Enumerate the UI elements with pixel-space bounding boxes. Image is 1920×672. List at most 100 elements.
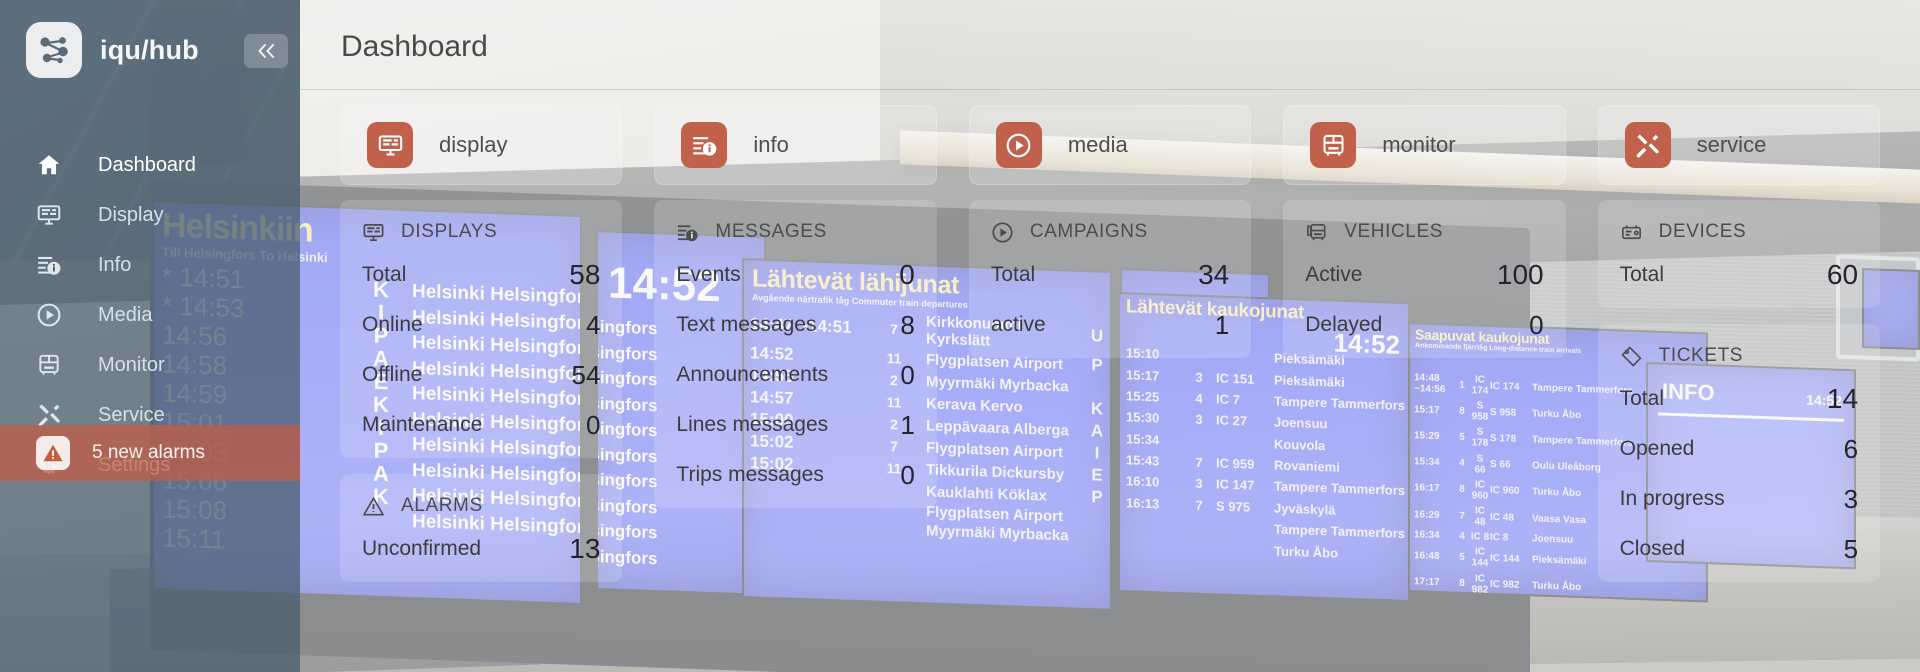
card-alarms[interactable]: ALARMS Unconfirmed 13 — [340, 474, 623, 582]
card-stats: Total 60 — [1620, 250, 1858, 300]
card-header: CAMPAIGNS — [991, 214, 1229, 250]
sidebar-item-label: Monitor — [98, 353, 165, 376]
stat-value: 58 — [569, 259, 601, 290]
stat-value: 8 — [900, 309, 915, 340]
card-stats: Total 58 Online 4 Offline 54 Maintenance 0 — [362, 250, 600, 450]
card-title: MESSAGES — [715, 221, 827, 242]
stat-label: active — [990, 313, 1046, 336]
stat-value: 3 — [1843, 483, 1859, 514]
card-vehicles[interactable]: VEHICLES Active 100 Delayed 0 — [1283, 200, 1566, 358]
stat-row: Announcements 0 — [676, 350, 914, 400]
stat-value: 0 — [900, 459, 915, 490]
stat-row: Unconfirmed 13 — [362, 524, 600, 574]
display-icon — [36, 202, 98, 228]
card-title: VEHICLES — [1344, 221, 1443, 242]
card-title: TICKETS — [1658, 345, 1744, 366]
play-circle-icon — [991, 221, 1014, 244]
stat-label: Total — [362, 263, 407, 286]
card-header: TICKETS — [1620, 338, 1858, 374]
stat-value: 1 — [900, 409, 915, 440]
quick-action-label: display — [439, 132, 508, 157]
stat-row: Online 4 — [362, 300, 600, 350]
card-tickets[interactable]: TICKETS Total 14 Opened 6 In progress 3 Closed… — [1597, 324, 1881, 582]
stat-label: Total — [990, 263, 1036, 286]
stat-label: Unconfirmed — [362, 537, 482, 560]
stat-row: active 1 — [991, 300, 1229, 350]
double-chevron-left-icon[interactable] — [244, 34, 288, 68]
stat-label: Maintenance — [362, 413, 483, 436]
card-title: DISPLAYS — [401, 221, 498, 242]
stat-label: Opened — [1619, 437, 1695, 460]
card-column-5: DEVICES Total 60 TICKETS Total 14 Opened 6 In… — [1597, 200, 1881, 672]
play-circle-icon — [36, 302, 98, 328]
stat-label: Offline — [362, 363, 423, 386]
stat-value: 14 — [1826, 383, 1859, 414]
card-stats: Total 34 active 1 — [991, 250, 1229, 350]
quick-action-label: service — [1696, 132, 1767, 157]
brand[interactable]: iqu/hub — [26, 22, 199, 78]
sidebar-item-label: Dashboard — [98, 153, 196, 176]
alarm-label: 5 new alarms — [92, 442, 205, 463]
stat-label: Total — [1619, 263, 1664, 286]
quick-action-service[interactable]: service — [1597, 105, 1881, 185]
stat-value: 0 — [1529, 309, 1544, 340]
card-stats: Events 0 Text messages 8 Announcements 0 Lines… — [676, 250, 914, 500]
card-messages[interactable]: MESSAGES Events 0 Text messages 8 Announceme… — [654, 200, 937, 508]
card-displays[interactable]: DISPLAYS Total 58 Online 4 Offline 54 Maintena… — [340, 200, 623, 458]
ticket-icon — [1620, 345, 1643, 368]
card-stats: Total 14 Opened 6 In progress 3 Closed 5 — [1620, 374, 1858, 574]
sidebar-item-label: Service — [98, 403, 165, 426]
sidebar-item-label: Media — [98, 303, 153, 326]
stat-value: 0 — [899, 259, 915, 290]
stat-value: 54 — [571, 359, 601, 390]
card-title: DEVICES — [1658, 221, 1747, 242]
sidebar-item-media[interactable]: Media — [0, 290, 300, 340]
stat-value: 0 — [900, 359, 915, 390]
quick-action-label: media — [1067, 132, 1128, 157]
quick-action-info[interactable]: info — [654, 105, 937, 185]
sidebar-alarm-banner[interactable]: 5 new alarms — [0, 425, 300, 481]
stat-value: 4 — [585, 309, 601, 340]
stat-row: Trips messages 0 — [676, 450, 914, 500]
stat-row: Total 60 — [1620, 250, 1858, 300]
card-header: DISPLAYS — [362, 214, 600, 250]
stat-label: Events — [676, 263, 741, 286]
stat-label: Trips messages — [676, 463, 824, 486]
stat-value: 5 — [1843, 533, 1859, 564]
stat-value: 100 — [1496, 259, 1544, 290]
card-column-3: CAMPAIGNS Total 34 active 1 — [968, 200, 1252, 672]
stat-row: Total 58 — [362, 250, 600, 300]
card-header: MESSAGES — [676, 214, 914, 250]
quick-action-monitor[interactable]: monitor — [1283, 105, 1566, 185]
stat-row: Lines messages 1 — [676, 400, 914, 450]
stat-row: Text messages 8 — [676, 300, 914, 350]
bus-icon — [1310, 122, 1357, 168]
home-icon — [36, 152, 98, 178]
stat-value: 6 — [1843, 433, 1859, 464]
card-devices[interactable]: DEVICES Total 60 — [1597, 200, 1881, 308]
sidebar-item-info[interactable]: Info — [0, 240, 300, 290]
sidebar-item-display[interactable]: Display — [0, 190, 300, 240]
stat-row: Total 34 — [991, 250, 1229, 300]
quick-action-media[interactable]: media — [968, 105, 1252, 185]
stat-row: Opened 6 — [1620, 424, 1858, 474]
bus-icon — [36, 352, 98, 378]
stat-row: Delayed 0 — [1305, 300, 1543, 350]
card-campaigns[interactable]: CAMPAIGNS Total 34 active 1 — [968, 200, 1252, 358]
stat-value: 0 — [585, 409, 601, 440]
sidebar-item-monitor[interactable]: Monitor — [0, 340, 300, 390]
stat-row: Closed 5 — [1620, 524, 1858, 574]
sidebar-item-dashboard[interactable]: Dashboard — [0, 140, 300, 190]
quick-action-display[interactable]: display — [340, 105, 623, 185]
display-icon — [367, 122, 413, 168]
stat-label: Lines messages — [676, 413, 829, 436]
stat-row: Total 14 — [1620, 374, 1858, 424]
stat-row: Maintenance 0 — [362, 400, 600, 450]
stat-row: Active 100 — [1305, 250, 1543, 300]
stat-label: In progress — [1619, 487, 1725, 510]
quick-actions-bar: display info media monitor service — [300, 105, 1920, 185]
stat-value: 1 — [1214, 309, 1230, 340]
card-header: VEHICLES — [1305, 214, 1543, 250]
sidebar: iqu/hub Dashboard Display Info Media Mon… — [0, 0, 300, 672]
stat-label: Announcements — [676, 363, 829, 386]
